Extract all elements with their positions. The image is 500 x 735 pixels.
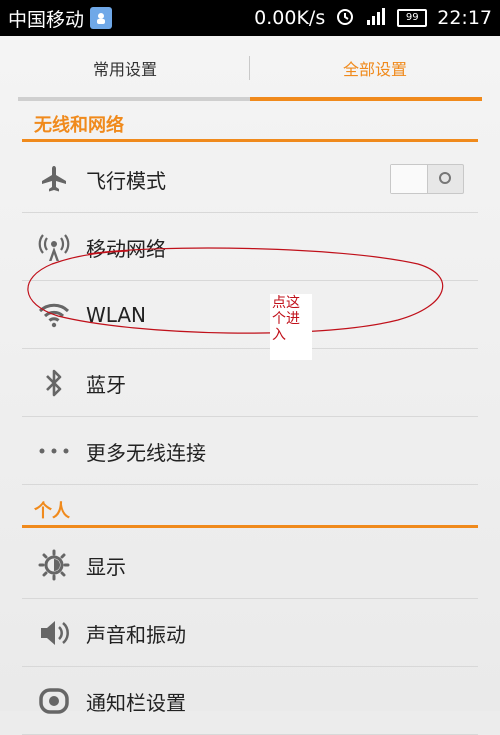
section-header-personal: 个人 xyxy=(22,494,478,528)
status-right: 0.00K/s 99 22:17 xyxy=(254,6,492,31)
bluetooth-icon xyxy=(22,368,86,398)
tab-underline-active xyxy=(250,97,482,101)
wifi-icon xyxy=(22,302,86,328)
settings-item-wlan[interactable]: WLAN xyxy=(22,282,478,349)
signal-icon xyxy=(365,6,387,31)
settings-item-label: 更多无线连接 xyxy=(86,440,206,465)
settings-panel: 常用设置 全部设置 无线和网络 飞行模式 移动网络 WLAN 蓝牙 更多无线连接… xyxy=(0,36,500,735)
battery-icon: 99 xyxy=(397,9,428,27)
settings-item-mobile-network[interactable]: 移动网络 xyxy=(22,214,478,281)
more-dots-icon xyxy=(22,447,86,455)
settings-item-more-wireless[interactable]: 更多无线连接 xyxy=(22,418,478,485)
settings-item-label: 声音和振动 xyxy=(86,622,186,647)
status-bar: 中国移动 0.00K/s 99 22:17 xyxy=(0,0,500,36)
tab-all-settings[interactable]: 全部设置 xyxy=(250,36,500,100)
annotation-note: 点这个进入 xyxy=(270,294,312,360)
toggle-off-indicator-icon xyxy=(439,172,451,184)
settings-item-airplane-mode[interactable]: 飞行模式 xyxy=(22,146,478,213)
antenna-icon xyxy=(22,231,86,263)
battery-level: 99 xyxy=(405,12,419,23)
speaker-icon xyxy=(22,618,86,648)
settings-item-label: WLAN xyxy=(86,303,147,327)
tab-divider xyxy=(249,56,250,80)
carrier-name: 中国移动 xyxy=(8,8,85,31)
settings-item-label: 移动网络 xyxy=(86,236,166,261)
settings-item-display[interactable]: 显示 xyxy=(22,532,478,599)
airplane-mode-toggle[interactable] xyxy=(390,164,464,194)
section-title: 个人 xyxy=(34,500,70,522)
settings-tabs: 常用设置 全部设置 xyxy=(0,36,500,101)
tab-underline-inactive xyxy=(18,97,250,101)
settings-item-label: 飞行模式 xyxy=(86,168,166,193)
settings-item-sound[interactable]: 声音和振动 xyxy=(22,600,478,667)
settings-item-label: 通知栏设置 xyxy=(86,690,186,715)
toggle-knob xyxy=(391,165,428,193)
network-speed: 0.00K/s xyxy=(254,7,326,29)
airplane-icon xyxy=(22,164,86,194)
section-header-wireless: 无线和网络 xyxy=(22,108,478,142)
settings-item-bluetooth[interactable]: 蓝牙 xyxy=(22,350,478,417)
tab-common-settings[interactable]: 常用设置 xyxy=(0,36,250,100)
settings-item-notification-bar[interactable]: 通知栏设置 xyxy=(22,668,478,735)
settings-item-label: 显示 xyxy=(86,554,126,579)
alarm-icon xyxy=(335,6,355,31)
settings-item-label: 蓝牙 xyxy=(86,372,126,397)
brightness-icon xyxy=(22,549,86,581)
clock: 22:17 xyxy=(437,7,492,29)
notification-app-icon xyxy=(90,7,113,29)
carrier-group: 中国移动 xyxy=(8,5,113,32)
section-title: 无线和网络 xyxy=(34,114,124,136)
